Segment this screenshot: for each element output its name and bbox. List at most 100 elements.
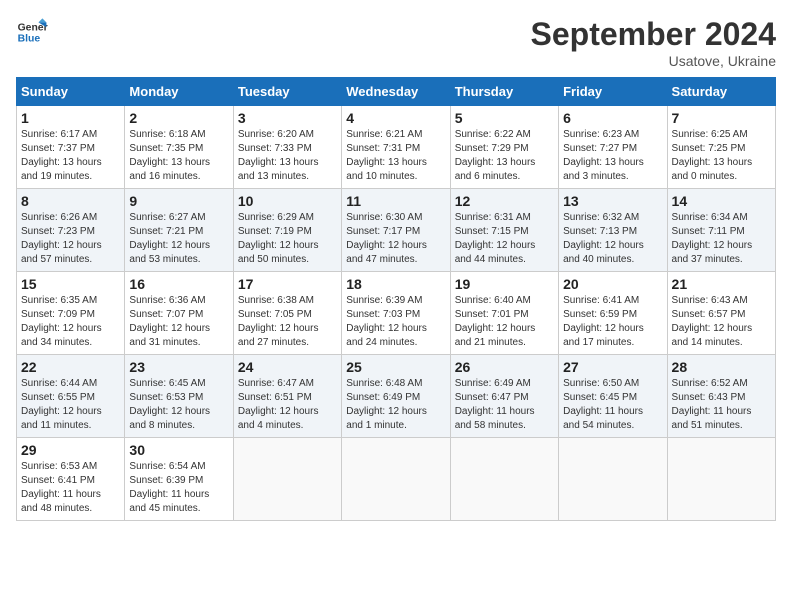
table-row: 29 Sunrise: 6:53 AMSunset: 6:41 PMDayligh…: [17, 438, 125, 521]
day-number: 8: [21, 193, 120, 209]
day-number: 23: [129, 359, 228, 375]
table-row: [342, 438, 450, 521]
day-info: Sunrise: 6:18 AMSunset: 7:35 PMDaylight:…: [129, 128, 228, 184]
day-info: Sunrise: 6:39 AMSunset: 7:03 PMDaylight:…: [346, 294, 445, 350]
day-number: 2: [129, 110, 228, 126]
day-number: 25: [346, 359, 445, 375]
table-row: 25 Sunrise: 6:48 AMSunset: 6:49 PMDayligh…: [342, 355, 450, 438]
table-row: 24 Sunrise: 6:47 AMSunset: 6:51 PMDayligh…: [233, 355, 341, 438]
day-info: Sunrise: 6:35 AMSunset: 7:09 PMDaylight:…: [21, 294, 120, 350]
day-info: Sunrise: 6:49 AMSunset: 6:47 PMDaylight:…: [455, 377, 554, 433]
table-row: 16 Sunrise: 6:36 AMSunset: 7:07 PMDayligh…: [125, 272, 233, 355]
table-row: [667, 438, 775, 521]
day-number: 22: [21, 359, 120, 375]
table-row: 19 Sunrise: 6:40 AMSunset: 7:01 PMDayligh…: [450, 272, 558, 355]
day-number: 18: [346, 276, 445, 292]
day-number: 28: [672, 359, 771, 375]
day-number: 29: [21, 442, 120, 458]
logo-icon: General Blue: [16, 16, 48, 48]
day-info: Sunrise: 6:45 AMSunset: 6:53 PMDaylight:…: [129, 377, 228, 433]
day-info: Sunrise: 6:30 AMSunset: 7:17 PMDaylight:…: [346, 211, 445, 267]
table-row: 20 Sunrise: 6:41 AMSunset: 6:59 PMDayligh…: [559, 272, 667, 355]
day-info: Sunrise: 6:44 AMSunset: 6:55 PMDaylight:…: [21, 377, 120, 433]
day-number: 4: [346, 110, 445, 126]
day-number: 9: [129, 193, 228, 209]
day-info: Sunrise: 6:26 AMSunset: 7:23 PMDaylight:…: [21, 211, 120, 267]
table-row: 2 Sunrise: 6:18 AMSunset: 7:35 PMDaylight…: [125, 106, 233, 189]
table-row: [233, 438, 341, 521]
table-row: [450, 438, 558, 521]
day-number: 5: [455, 110, 554, 126]
table-row: 5 Sunrise: 6:22 AMSunset: 7:29 PMDaylight…: [450, 106, 558, 189]
day-number: 17: [238, 276, 337, 292]
table-row: 13Sunrise: 6:32 AMSunset: 7:13 PMDayligh…: [559, 189, 667, 272]
day-info: Sunrise: 6:48 AMSunset: 6:49 PMDaylight:…: [346, 377, 445, 433]
day-info: Sunrise: 6:29 AMSunset: 7:19 PMDaylight:…: [238, 211, 337, 267]
day-info: Sunrise: 6:47 AMSunset: 6:51 PMDaylight:…: [238, 377, 337, 433]
table-row: 7 Sunrise: 6:25 AMSunset: 7:25 PMDaylight…: [667, 106, 775, 189]
day-number: 21: [672, 276, 771, 292]
day-info: Sunrise: 6:36 AMSunset: 7:07 PMDaylight:…: [129, 294, 228, 350]
col-saturday: Saturday: [667, 78, 775, 106]
day-number: 20: [563, 276, 662, 292]
table-row: 27 Sunrise: 6:50 AMSunset: 6:45 PMDayligh…: [559, 355, 667, 438]
day-number: 10: [238, 193, 337, 209]
svg-text:Blue: Blue: [18, 34, 41, 45]
day-info: Sunrise: 6:31 AMSunset: 7:15 PMDaylight:…: [455, 211, 554, 267]
table-row: 22 Sunrise: 6:44 AMSunset: 6:55 PMDayligh…: [17, 355, 125, 438]
day-info: Sunrise: 6:40 AMSunset: 7:01 PMDaylight:…: [455, 294, 554, 350]
day-info: Sunrise: 6:34 AMSunset: 7:11 PMDaylight:…: [672, 211, 771, 267]
day-number: 7: [672, 110, 771, 126]
day-info: Sunrise: 6:25 AMSunset: 7:25 PMDaylight:…: [672, 128, 771, 184]
day-number: 14: [672, 193, 771, 209]
day-number: 11: [346, 193, 445, 209]
day-info: Sunrise: 6:17 AMSunset: 7:37 PMDaylight:…: [21, 128, 120, 184]
day-info: Sunrise: 6:50 AMSunset: 6:45 PMDaylight:…: [563, 377, 662, 433]
day-number: 16: [129, 276, 228, 292]
day-number: 3: [238, 110, 337, 126]
table-row: [559, 438, 667, 521]
table-row: 10 Sunrise: 6:29 AMSunset: 7:19 PMDayligh…: [233, 189, 341, 272]
day-info: Sunrise: 6:53 AMSunset: 6:41 PMDaylight:…: [21, 460, 120, 516]
day-info: Sunrise: 6:23 AMSunset: 7:27 PMDaylight:…: [563, 128, 662, 184]
day-info: Sunrise: 6:27 AMSunset: 7:21 PMDaylight:…: [129, 211, 228, 267]
day-info: Sunrise: 6:54 AMSunset: 6:39 PMDaylight:…: [129, 460, 228, 516]
table-row: 21 Sunrise: 6:43 AMSunset: 6:57 PMDayligh…: [667, 272, 775, 355]
table-row: 4 Sunrise: 6:21 AMSunset: 7:31 PMDaylight…: [342, 106, 450, 189]
day-info: Sunrise: 6:43 AMSunset: 6:57 PMDaylight:…: [672, 294, 771, 350]
table-row: 12Sunrise: 6:31 AMSunset: 7:15 PMDayligh…: [450, 189, 558, 272]
table-row: 1 Sunrise: 6:17 AMSunset: 7:37 PMDaylight…: [17, 106, 125, 189]
table-row: 18 Sunrise: 6:39 AMSunset: 7:03 PMDayligh…: [342, 272, 450, 355]
page-header: General Blue September 2024 Usatove, Ukr…: [16, 16, 776, 69]
table-row: 14 Sunrise: 6:34 AMSunset: 7:11 PMDayligh…: [667, 189, 775, 272]
col-friday: Friday: [559, 78, 667, 106]
col-tuesday: Tuesday: [233, 78, 341, 106]
table-row: 17Sunrise: 6:38 AMSunset: 7:05 PMDayligh…: [233, 272, 341, 355]
table-row: 6 Sunrise: 6:23 AMSunset: 7:27 PMDaylight…: [559, 106, 667, 189]
col-sunday: Sunday: [17, 78, 125, 106]
day-number: 1: [21, 110, 120, 126]
day-number: 24: [238, 359, 337, 375]
day-number: 26: [455, 359, 554, 375]
table-row: 9 Sunrise: 6:27 AMSunset: 7:21 PMDaylight…: [125, 189, 233, 272]
location-subtitle: Usatove, Ukraine: [531, 53, 776, 69]
table-row: 26 Sunrise: 6:49 AMSunset: 6:47 PMDayligh…: [450, 355, 558, 438]
table-row: 3 Sunrise: 6:20 AMSunset: 7:33 PMDaylight…: [233, 106, 341, 189]
day-info: Sunrise: 6:41 AMSunset: 6:59 PMDaylight:…: [563, 294, 662, 350]
table-row: 11 Sunrise: 6:30 AMSunset: 7:17 PMDayligh…: [342, 189, 450, 272]
logo: General Blue: [16, 16, 48, 48]
table-row: 23 Sunrise: 6:45 AMSunset: 6:53 PMDayligh…: [125, 355, 233, 438]
day-info: Sunrise: 6:22 AMSunset: 7:29 PMDaylight:…: [455, 128, 554, 184]
day-number: 30: [129, 442, 228, 458]
col-wednesday: Wednesday: [342, 78, 450, 106]
day-number: 6: [563, 110, 662, 126]
day-info: Sunrise: 6:21 AMSunset: 7:31 PMDaylight:…: [346, 128, 445, 184]
table-row: 15 Sunrise: 6:35 AMSunset: 7:09 PMDayligh…: [17, 272, 125, 355]
day-number: 27: [563, 359, 662, 375]
calendar-table: Sunday Monday Tuesday Wednesday Thursday…: [16, 77, 776, 521]
day-number: 15: [21, 276, 120, 292]
day-info: Sunrise: 6:20 AMSunset: 7:33 PMDaylight:…: [238, 128, 337, 184]
title-block: September 2024 Usatove, Ukraine: [531, 16, 776, 69]
day-number: 19: [455, 276, 554, 292]
day-info: Sunrise: 6:32 AMSunset: 7:13 PMDaylight:…: [563, 211, 662, 267]
